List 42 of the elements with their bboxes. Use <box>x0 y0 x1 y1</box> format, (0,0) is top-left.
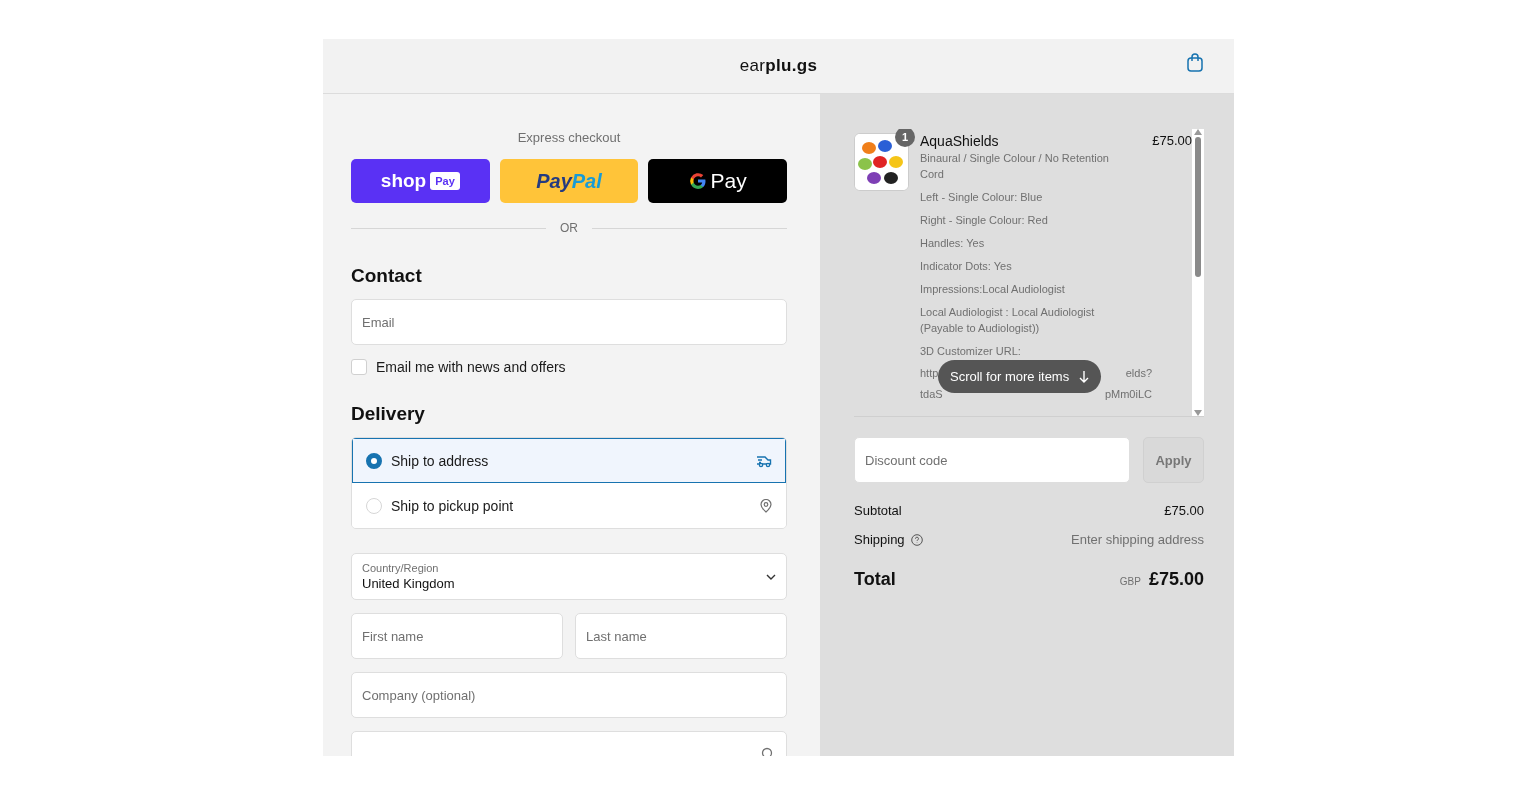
checkbox-label: Email me with news and offers <box>376 359 566 375</box>
quantity-badge: 1 <box>895 129 915 147</box>
shop-pay-button[interactable]: shop Pay <box>351 159 490 203</box>
product-property: Right - Single Colour: Red <box>920 213 1049 228</box>
section-heading: Contact <box>351 265 423 287</box>
option-label: Ship to address <box>391 452 490 469</box>
summary-label: Shipping <box>854 532 905 547</box>
logo: earplu.gs <box>739 56 818 76</box>
url-text: pMm0iLC <box>1104 387 1152 401</box>
product-property: Impressions:Local Audiologist <box>920 282 1066 297</box>
product-variant: Binaural / Single Colour / No Retention Cord <box>920 151 1110 182</box>
product-property: Handles: Yes <box>920 236 986 251</box>
url-text: http <box>920 366 939 380</box>
delivery-option[interactable]: Ship to address <box>352 438 786 483</box>
input-field[interactable]: Company (optional) <box>351 672 787 718</box>
option-label: Ship to pickup point <box>391 497 515 514</box>
product-property: Indicator Dots: Yes <box>920 259 1013 274</box>
newsletter-checkbox[interactable]: Email me with news and offers <box>351 359 787 375</box>
summary-value: £75.00 <box>1164 503 1204 518</box>
input-field[interactable]: First name <box>351 613 563 659</box>
product-price: £75.00 <box>1152 133 1192 149</box>
section-heading: Delivery <box>351 403 426 425</box>
divider-label: OR <box>560 221 578 235</box>
summary-label: Subtotal <box>854 503 902 518</box>
url-text: elds? <box>1125 366 1152 380</box>
section-label: Express checkout <box>516 130 622 145</box>
field-label: Country/Region <box>362 562 440 574</box>
total-value: £75.00 <box>1148 569 1204 590</box>
product-property: Local Audiologist : Local Audiologist (Payable to Audiologist)) <box>920 305 1096 336</box>
product-name: AquaShields <box>920 133 999 149</box>
google-pay-button[interactable]: Pay <box>648 159 787 203</box>
product-property: Left - Single Colour: Blue <box>920 190 1044 205</box>
field-value: United Kingdom <box>362 576 456 591</box>
delivery-option[interactable]: Ship to pickup point <box>352 483 786 528</box>
summary-value: Enter shipping address <box>1071 532 1204 547</box>
country-select[interactable]: Country/Region United Kingdom <box>351 553 787 600</box>
product-property: 3D Customizer URL: <box>920 344 1022 359</box>
currency-code: GBP <box>1119 576 1141 587</box>
paypal-button[interactable]: PayPal <box>499 159 639 203</box>
input-field[interactable]: Last name <box>575 613 787 659</box>
email-field[interactable]: Email <box>351 299 787 345</box>
total-label: Total <box>854 569 896 590</box>
